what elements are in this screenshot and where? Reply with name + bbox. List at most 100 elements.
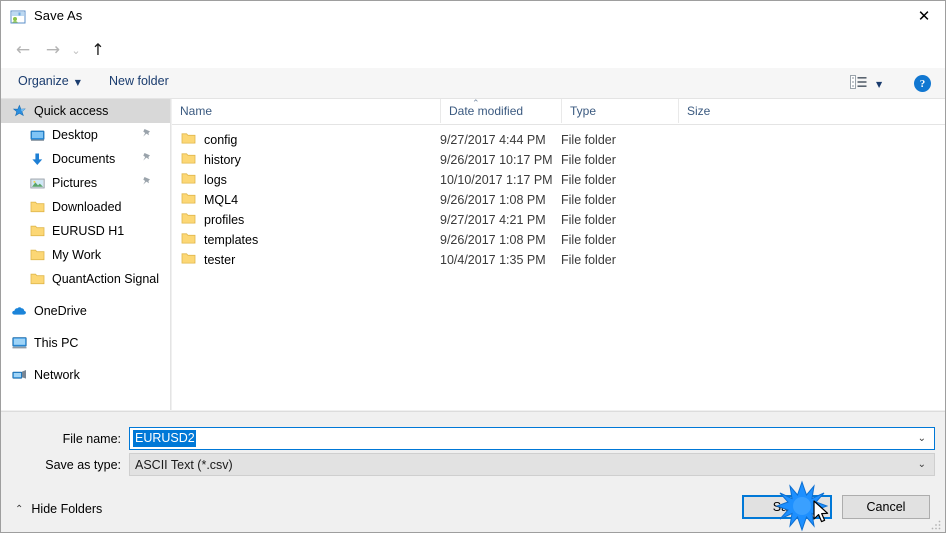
sidebar-item-quick-access[interactable]: Quick access — [1, 99, 170, 123]
file-name-cell: history — [181, 152, 241, 168]
help-button[interactable]: ? — [914, 75, 931, 92]
help-label: ? — [919, 77, 926, 90]
column-header-name[interactable]: Name — [172, 99, 440, 123]
folder-icon — [181, 212, 196, 228]
file-date-cell: 9/27/2017 4:21 PM — [440, 213, 546, 227]
up-button[interactable]: ↑ — [85, 37, 111, 63]
sidebar-item-label: Network — [34, 368, 80, 382]
navigation-pane: Quick access Desktop Documents Pictures … — [1, 99, 171, 410]
chevron-down-icon: ▼ — [876, 80, 883, 89]
table-row[interactable]: logs 10/10/2017 1:17 PM File folder — [172, 170, 945, 190]
table-row[interactable]: tester 10/4/2017 1:35 PM File folder — [172, 250, 945, 270]
window-title: Save As — [34, 8, 83, 23]
file-name-cell: templates — [181, 232, 258, 248]
file-name-label: templates — [204, 233, 259, 247]
save-as-type-select[interactable]: ASCII Text (*.csv) ⌄ — [129, 453, 935, 476]
back-button[interactable]: ← — [10, 37, 36, 63]
chevron-up-icon: ⌃ — [15, 503, 24, 515]
file-type-cell: File folder — [561, 213, 616, 227]
sidebar-item-documents[interactable]: Documents — [1, 147, 170, 171]
command-toolbar: Organize ▼ New folder ▼ ? — [1, 68, 945, 99]
sidebar-item-onedrive[interactable]: OneDrive — [1, 299, 170, 323]
file-name-input[interactable]: EURUSD2 ⌄ — [129, 427, 935, 450]
close-button[interactable]: ✕ — [901, 1, 945, 31]
hide-folders-label: Hide Folders — [31, 502, 103, 516]
file-type-cell: File folder — [561, 193, 616, 207]
table-row[interactable]: profiles 9/27/2017 4:21 PM File folder — [172, 210, 945, 230]
file-name-label: config — [204, 133, 238, 147]
file-type-cell: File folder — [561, 173, 616, 187]
folder-icon — [181, 252, 196, 268]
save-as-type-label: Save as type: — [45, 458, 121, 472]
sidebar-item-label: My Work — [52, 248, 102, 262]
pin-icon[interactable] — [142, 152, 152, 167]
folder-icon — [181, 132, 196, 148]
hide-folders-button[interactable]: ⌃ Hide Folders — [15, 502, 102, 516]
pin-icon[interactable] — [142, 128, 152, 143]
sidebar-item-quantaction-signal[interactable]: QuantAction Signal — [1, 267, 170, 291]
resize-grip[interactable] — [930, 518, 942, 530]
sidebar-item-label: QuantAction Signal — [52, 272, 160, 286]
recent-locations-button[interactable]: ⌄ — [67, 37, 85, 63]
file-rows: config 9/27/2017 4:44 PM File folder his… — [172, 125, 945, 270]
new-folder-button[interactable]: New folder — [109, 74, 169, 88]
picture-icon — [29, 175, 45, 191]
save-as-dialog: Save As ✕ ← → ⌄ ↑ « Roaming — [0, 0, 946, 533]
view-options-button[interactable]: ▼ — [850, 75, 882, 92]
file-type-cell: File folder — [561, 253, 616, 267]
save-as-icon — [10, 9, 26, 25]
sidebar-item-desktop[interactable]: Desktop — [1, 123, 170, 147]
file-name-label: File name: — [62, 432, 121, 446]
folder-icon — [29, 223, 45, 239]
new-folder-label: New folder — [109, 74, 169, 88]
sidebar-item-label: EURUSD H1 — [52, 224, 125, 238]
file-name-cell: MQL4 — [181, 192, 238, 208]
file-type-cell: File folder — [561, 153, 616, 167]
sidebar-item-my-work[interactable]: My Work — [1, 243, 170, 267]
sidebar-item-network[interactable]: Network — [1, 363, 170, 387]
pin-icon[interactable] — [142, 176, 152, 191]
file-name-label: MQL4 — [204, 193, 239, 207]
file-name-cell: tester — [181, 252, 235, 268]
folder-icon — [181, 172, 196, 188]
column-headers: Name ⌃ Date modified Type Size — [172, 99, 945, 125]
organize-button[interactable]: Organize ▼ — [18, 74, 81, 88]
star-icon — [11, 103, 27, 119]
sidebar-item-label: Desktop — [52, 128, 98, 142]
save-as-type-value: ASCII Text (*.csv) — [135, 457, 233, 472]
chevron-down-icon[interactable]: ⌄ — [918, 433, 926, 444]
file-date-cell: 9/26/2017 1:08 PM — [440, 193, 546, 207]
table-row[interactable]: config 9/27/2017 4:44 PM File folder — [172, 130, 945, 150]
sidebar-item-eurusd-h1[interactable]: EURUSD H1 — [1, 219, 170, 243]
column-header-date-modified[interactable]: Date modified — [440, 99, 561, 123]
sidebar-item-label: OneDrive — [34, 304, 87, 318]
table-row[interactable]: history 9/26/2017 10:17 PM File folder — [172, 150, 945, 170]
table-row[interactable]: MQL4 9/26/2017 1:08 PM File folder — [172, 190, 945, 210]
forward-button[interactable]: → — [40, 37, 66, 63]
file-date-cell: 9/27/2017 4:44 PM — [440, 133, 546, 147]
monitor-icon — [29, 127, 45, 143]
title-bar: Save As ✕ — [1, 1, 945, 32]
file-date-cell: 9/26/2017 1:08 PM — [440, 233, 546, 247]
column-header-size[interactable]: Size — [678, 99, 753, 123]
file-list-pane: Name ⌃ Date modified Type Size config 9/… — [172, 99, 945, 410]
file-name-label: logs — [204, 173, 227, 187]
navigation-bar: ← → ⌄ ↑ « Roaming › MetaQuotes › — [1, 32, 945, 93]
save-button[interactable]: Save — [742, 495, 832, 519]
forward-arrow-icon: → — [45, 39, 61, 60]
chevron-down-icon: ⌄ — [71, 43, 81, 57]
sidebar-item-downloaded[interactable]: Downloaded — [1, 195, 170, 219]
cancel-button[interactable]: Cancel — [842, 495, 930, 519]
sidebar-item-pictures[interactable]: Pictures — [1, 171, 170, 195]
file-type-cell: File folder — [561, 233, 616, 247]
table-row[interactable]: templates 9/26/2017 1:08 PM File folder — [172, 230, 945, 250]
file-name-cell: config — [181, 132, 237, 148]
sidebar-item-this-pc[interactable]: This PC — [1, 331, 170, 355]
chevron-down-icon[interactable]: ⌄ — [918, 459, 926, 470]
column-header-type[interactable]: Type — [561, 99, 678, 123]
up-arrow-icon: ↑ — [91, 40, 105, 59]
folder-icon — [29, 271, 45, 287]
sidebar-item-label: Downloaded — [52, 200, 122, 214]
